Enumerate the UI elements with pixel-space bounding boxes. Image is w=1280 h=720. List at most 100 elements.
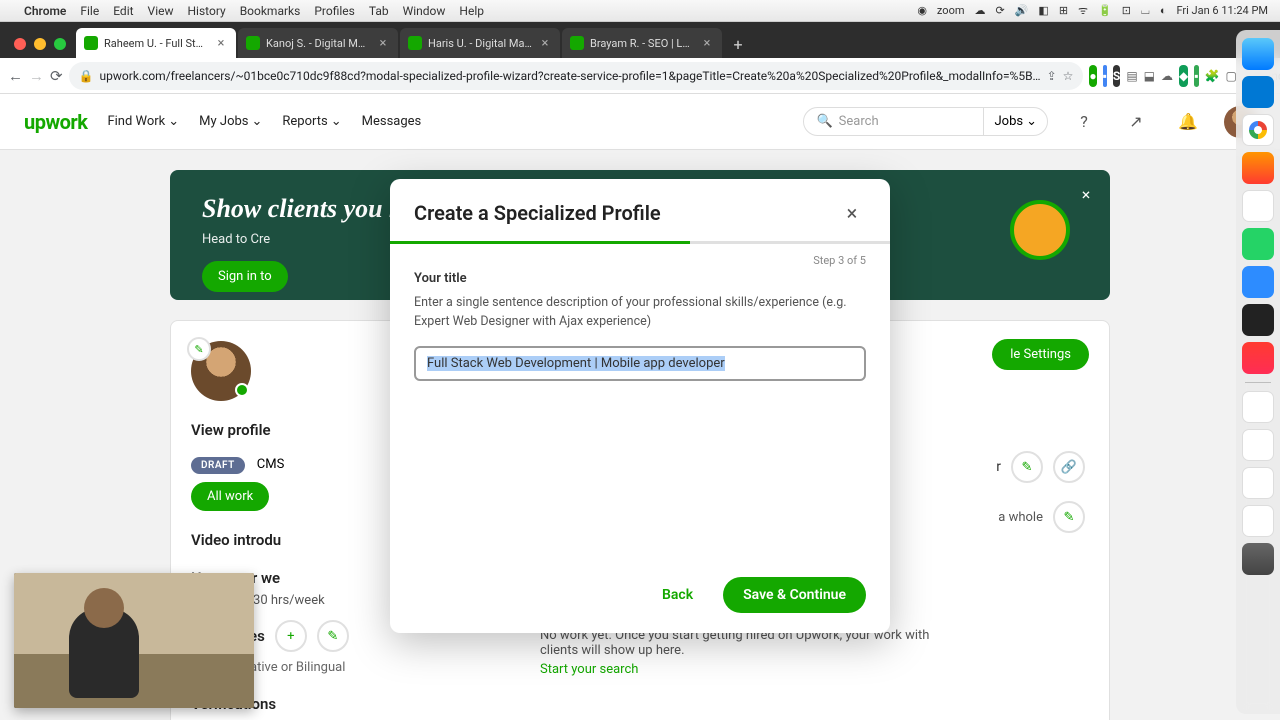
extensions-menu-icon[interactable]: 🧩 [1205,65,1220,87]
menu-profiles[interactable]: Profiles [314,4,355,18]
nav-messages[interactable]: Messages [362,114,422,129]
status-icon[interactable]: ☁ [975,4,986,17]
search-placeholder: Search [839,114,879,129]
menu-view[interactable]: View [148,4,174,18]
menu-file[interactable]: File [80,4,99,18]
close-window-button[interactable] [14,38,26,50]
banner-cta-button[interactable]: Sign in to [202,261,288,292]
upwork-logo[interactable]: upwork [24,110,87,134]
dock-file-icon[interactable] [1242,391,1274,423]
volume-icon[interactable]: 🔊 [1015,4,1029,17]
status-icon[interactable]: ⟳ [996,4,1005,17]
mac-dock [1236,30,1280,714]
close-tab-button[interactable]: × [376,36,390,50]
dock-file-icon[interactable] [1242,429,1274,461]
mac-menubar: Chrome File Edit View History Bookmarks … [0,0,1280,22]
close-tab-button[interactable]: × [538,36,552,50]
banner-close-button[interactable]: × [1074,182,1098,206]
favicon-icon [246,36,260,50]
minimize-window-button[interactable] [34,38,46,50]
whatsapp-dock-icon[interactable] [1242,228,1274,260]
menu-help[interactable]: Help [459,4,484,18]
title-input[interactable] [414,346,866,381]
firefox-dock-icon[interactable] [1242,152,1274,184]
search-input[interactable]: 🔍 Search [804,109,984,134]
menu-tab[interactable]: Tab [369,4,389,18]
edit-photo-button[interactable]: ✎ [187,337,211,361]
slack-dock-icon[interactable] [1242,190,1274,222]
active-app-name[interactable]: Chrome [24,4,66,18]
new-tab-button[interactable]: + [724,30,752,58]
site-topnav: upwork Find Work ⌄ My Jobs ⌄ Reports ⌄ M… [0,94,1280,150]
vscode-dock-icon[interactable] [1242,76,1274,108]
all-work-tab[interactable]: All work [191,482,269,511]
save-continue-button[interactable]: Save & Continue [723,577,866,613]
start-search-link[interactable]: Start your search [540,662,940,677]
share-icon[interactable]: ⇪ [1047,69,1057,83]
menu-history[interactable]: History [188,4,226,18]
finder-dock-icon[interactable] [1242,38,1274,70]
address-bar[interactable]: 🔒 upwork.com/freelancers/~01bce0c710dc9f… [69,62,1084,90]
nav-my-jobs[interactable]: My Jobs ⌄ [199,114,262,129]
status-icon[interactable]: ◐ [1160,4,1167,17]
chrome-dock-icon[interactable] [1242,114,1274,146]
extension-icon[interactable]: ⬓ [1144,65,1155,87]
work-history-empty: No work yet. Once you start getting hire… [540,628,940,658]
youtube-music-dock-icon[interactable] [1242,342,1274,374]
reload-button[interactable]: ⟳ [50,63,63,89]
extension-icon[interactable]: ▤ [1126,65,1137,87]
nav-reports[interactable]: Reports ⌄ [282,114,341,129]
edit-languages-button[interactable]: ✎ [317,620,349,652]
menu-bookmarks[interactable]: Bookmarks [240,4,301,18]
forward-button[interactable]: → [29,63,44,89]
back-button[interactable]: Back [648,579,707,611]
menubar-clock[interactable]: Fri Jan 6 11:24 PM [1176,4,1268,17]
dock-file-icon[interactable] [1242,505,1274,537]
wifi-icon[interactable]: ᯤ [1078,3,1088,18]
battery-icon[interactable]: 🔋 [1098,4,1112,17]
video-pip[interactable] [14,573,254,708]
whole-label: a whole [998,510,1043,525]
status-icon[interactable]: ⊞ [1059,4,1068,17]
extension-icon[interactable]: ▪ [1194,65,1198,87]
zoom-dock-icon[interactable] [1242,266,1274,298]
search-category-dropdown[interactable]: Jobs⌄ [983,108,1047,135]
status-icon[interactable]: ⊡ [1122,4,1131,17]
close-tab-button[interactable]: × [214,36,228,50]
browser-tab[interactable]: Haris U. - Digital Marketer, Sp × [400,28,560,58]
status-icon[interactable]: ◉ [917,4,927,17]
modal-title: Create a Specialized Profile [414,201,661,225]
back-button[interactable]: ← [8,63,23,89]
extension-icon[interactable]: ☁ [1161,65,1173,87]
dock-file-icon[interactable] [1242,467,1274,499]
obs-dock-icon[interactable] [1242,304,1274,336]
trash-dock-icon[interactable] [1242,543,1274,575]
direct-contracts-icon[interactable]: ↗ [1120,106,1152,138]
extension-icon[interactable]: S [1113,65,1120,87]
modal-close-button[interactable]: × [838,199,866,227]
star-icon[interactable]: ☆ [1063,69,1074,83]
maximize-window-button[interactable] [54,38,66,50]
tab-title: Raheem U. - Full Stack Web D [104,37,208,50]
close-tab-button[interactable]: × [700,36,714,50]
status-icon[interactable]: ◧ [1038,4,1048,17]
browser-tab[interactable]: Kanoj S. - Digital Marketing E × [238,28,398,58]
nav-find-work[interactable]: Find Work ⌄ [107,114,179,129]
browser-tab[interactable]: Brayam R. - SEO | Local SEO E × [562,28,722,58]
extension-icon[interactable]: ▪ [1103,65,1107,87]
add-language-button[interactable]: + [275,620,307,652]
edit-button[interactable]: ✎ [1053,501,1085,533]
browser-tab[interactable]: Raheem U. - Full Stack Web D × [76,28,236,58]
link-button[interactable]: 🔗 [1053,451,1085,483]
extension-icon[interactable]: ● [1089,65,1096,87]
tab-title: Kanoj S. - Digital Marketing E [266,37,370,50]
zoom-status[interactable]: zoom [937,4,965,17]
edit-button[interactable]: ✎ [1011,451,1043,483]
notifications-button[interactable]: 🔔 [1172,106,1204,138]
menu-edit[interactable]: Edit [113,4,133,18]
profile-settings-button[interactable]: le Settings [992,339,1089,370]
menu-window[interactable]: Window [403,4,446,18]
extension-icon[interactable]: ◆ [1179,65,1188,87]
control-center-icon[interactable]: ⌴ [1141,4,1150,18]
help-button[interactable]: ? [1068,106,1100,138]
